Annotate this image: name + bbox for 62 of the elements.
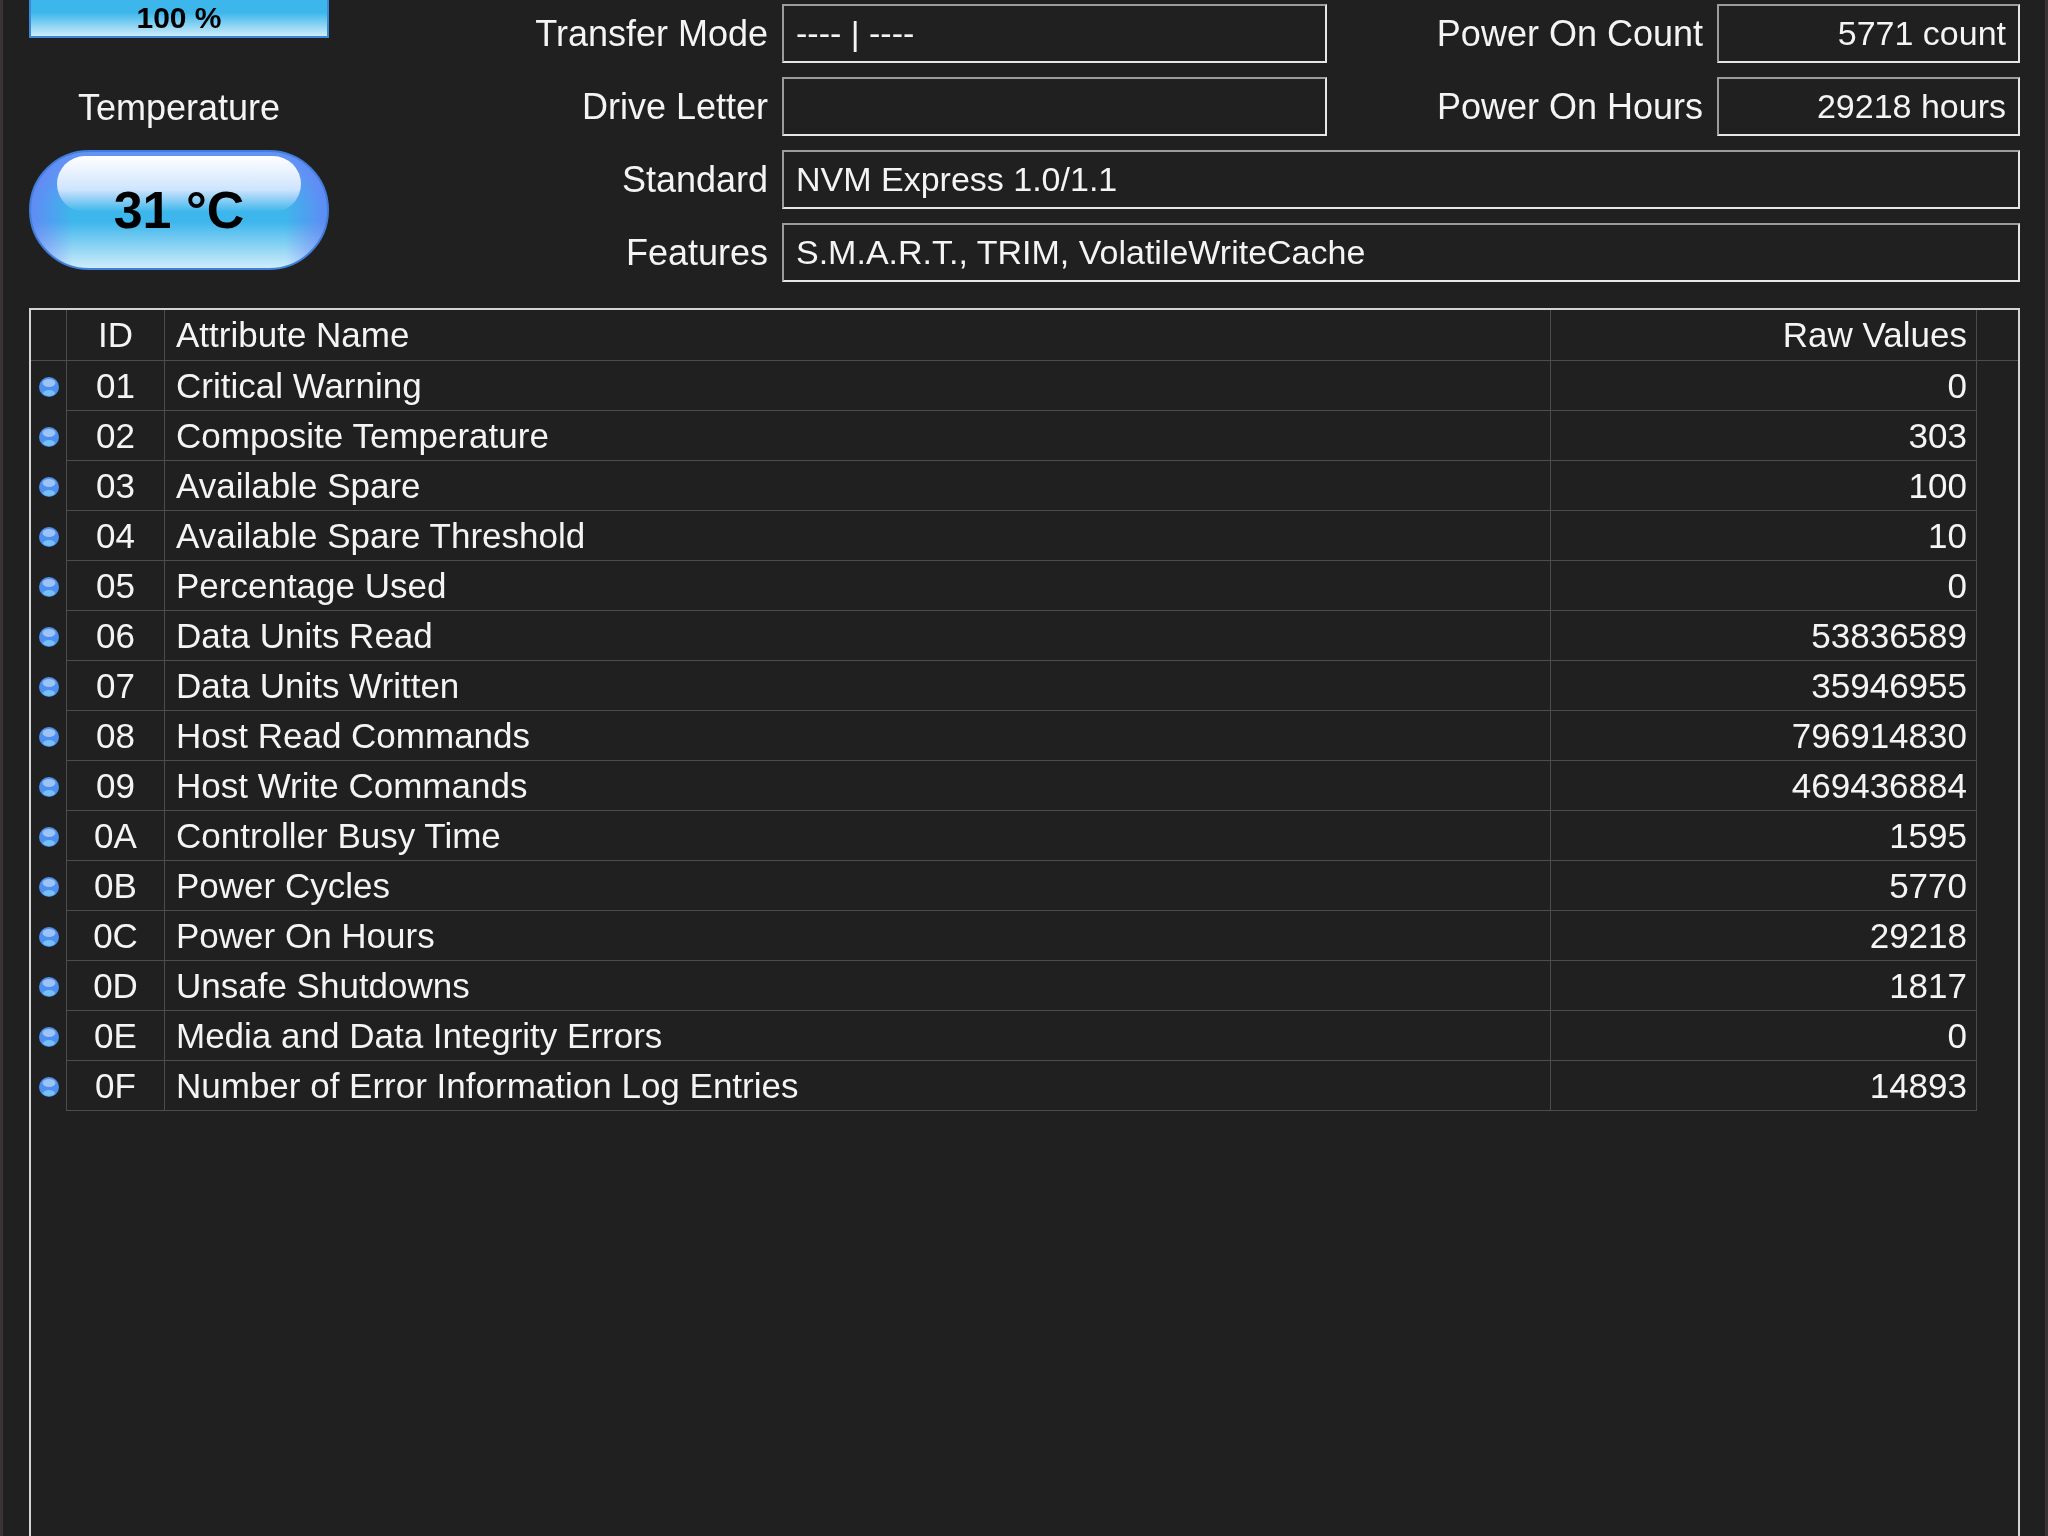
attribute-name-cell: Composite Temperature xyxy=(165,411,1551,461)
field-label: Features xyxy=(625,230,768,275)
id-cell: 07 xyxy=(66,661,165,711)
readout-field: NVM Express 1.0/1.1 xyxy=(782,150,2020,209)
id-cell: 0B xyxy=(66,861,165,911)
field-label: Standard xyxy=(621,157,768,202)
readout-field: ---- | ---- xyxy=(782,4,1327,63)
id-cell: 02 xyxy=(66,411,165,461)
attribute-name-cell: Critical Warning xyxy=(165,361,1551,411)
raw-value-cell: 303 xyxy=(1551,411,1977,461)
raw-value-cell: 0 xyxy=(1551,361,1977,411)
raw-value-cell: 0 xyxy=(1551,1011,1977,1061)
raw-value-cell: 14893 xyxy=(1551,1061,1977,1111)
id-cell: 04 xyxy=(66,511,165,561)
attribute-name-cell: Unsafe Shutdowns xyxy=(165,961,1551,1011)
id-cell: 06 xyxy=(66,611,165,661)
attribute-name-cell: Available Spare xyxy=(165,461,1551,511)
attribute-name-cell: Host Read Commands xyxy=(165,711,1551,761)
raw-value-cell: 29218 xyxy=(1551,911,1977,961)
attribute-name-cell: Data Units Written xyxy=(165,661,1551,711)
field-label: Power On Count xyxy=(1436,11,1703,56)
id-cell: 0D xyxy=(66,961,165,1011)
raw-value-cell: 1595 xyxy=(1551,811,1977,861)
field-label: Drive Letter xyxy=(581,84,768,129)
attribute-name-cell: Power On Hours xyxy=(165,911,1551,961)
column-header[interactable]: Attribute Name xyxy=(165,310,1551,360)
health-status-button[interactable]: 100 % xyxy=(29,0,329,38)
raw-value-cell: 796914830 xyxy=(1551,711,1977,761)
temperature-label: Temperature xyxy=(76,86,282,130)
id-cell: 0F xyxy=(66,1061,165,1111)
id-cell: 05 xyxy=(66,561,165,611)
raw-value-cell: 469436884 xyxy=(1551,761,1977,811)
id-cell: 03 xyxy=(66,461,165,511)
readout-field: S.M.A.R.T., TRIM, VolatileWriteCache xyxy=(782,223,2020,282)
readout-field: 29218 hours xyxy=(1717,77,2020,136)
field-label: Power On Hours xyxy=(1436,84,1703,129)
raw-value-cell: 1817 xyxy=(1551,961,1977,1011)
raw-value-cell: 10 xyxy=(1551,511,1977,561)
id-cell: 0C xyxy=(66,911,165,961)
attribute-name-cell: Controller Busy Time xyxy=(165,811,1551,861)
raw-value-cell: 35946955 xyxy=(1551,661,1977,711)
field-label: Transfer Mode xyxy=(535,11,768,56)
temperature-button[interactable]: 31 °C xyxy=(29,150,329,270)
raw-value-cell: 5770 xyxy=(1551,861,1977,911)
id-cell: 0E xyxy=(66,1011,165,1061)
id-cell: 0A xyxy=(66,811,165,861)
attribute-name-cell: Percentage Used xyxy=(165,561,1551,611)
readout-field: 5771 count xyxy=(1717,4,2020,63)
attribute-name-cell: Available Spare Threshold xyxy=(165,511,1551,561)
attribute-name-cell: Data Units Read xyxy=(165,611,1551,661)
raw-value-cell: 100 xyxy=(1551,461,1977,511)
raw-value-cell: 53836589 xyxy=(1551,611,1977,661)
id-cell: 09 xyxy=(66,761,165,811)
attribute-name-cell: Media and Data Integrity Errors xyxy=(165,1011,1551,1061)
id-cell: 08 xyxy=(66,711,165,761)
attribute-name-cell: Host Write Commands xyxy=(165,761,1551,811)
raw-value-cell: 0 xyxy=(1551,561,1977,611)
column-header[interactable]: Raw Values xyxy=(1551,310,1977,360)
id-cell: 01 xyxy=(66,361,165,411)
attribute-name-cell: Number of Error Information Log Entries xyxy=(165,1061,1551,1111)
column-header[interactable]: ID xyxy=(66,310,165,360)
attribute-name-cell: Power Cycles xyxy=(165,861,1551,911)
